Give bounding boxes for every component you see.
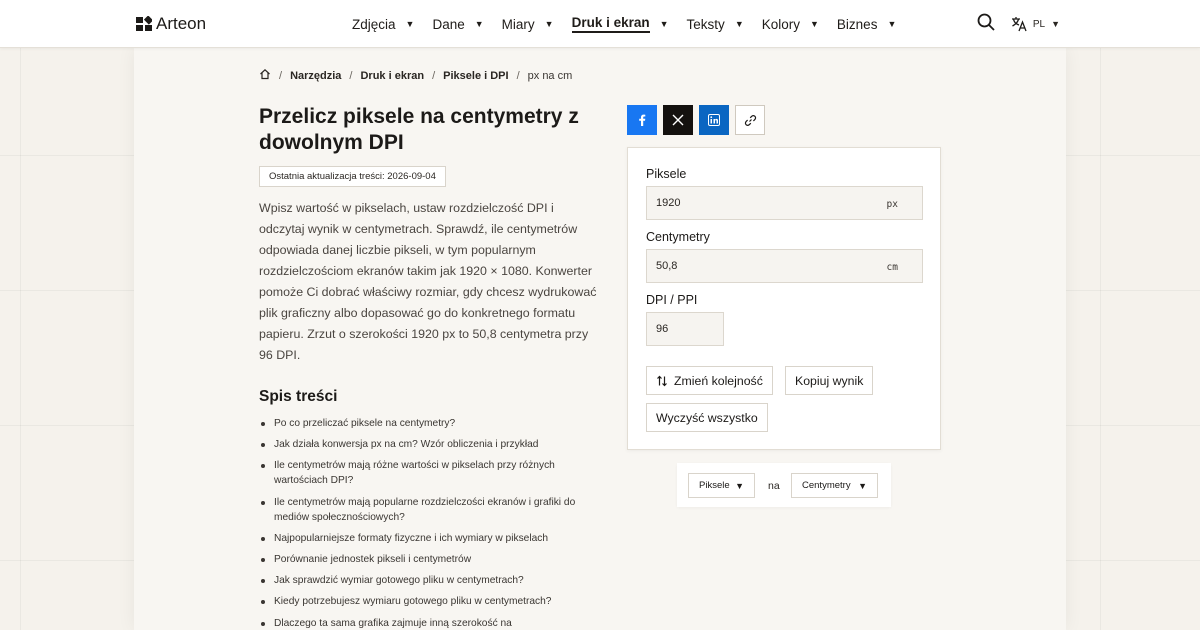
- from-unit-select[interactable]: Piksele ▼: [688, 473, 755, 498]
- toc-item[interactable]: Najpopularniejsze formaty fizyczne i ich…: [259, 531, 604, 546]
- dpi-field: [646, 312, 724, 346]
- caret-down-icon: ▼: [735, 480, 744, 491]
- pixels-unit: px: [886, 199, 898, 210]
- facebook-icon: [639, 114, 646, 126]
- share-facebook-button[interactable]: [627, 105, 657, 135]
- caret-down-icon: ▼: [858, 480, 867, 491]
- to-unit-value: Centymetry: [802, 480, 851, 491]
- caret-down-icon: ▼: [544, 19, 554, 29]
- swap-order-button[interactable]: Zmień kolejność: [646, 366, 773, 395]
- nav-item-teksty[interactable]: Teksty ▼: [687, 17, 744, 32]
- to-unit-select[interactable]: Centymetry ▼: [791, 473, 878, 498]
- copy-result-label: Kopiuj wynik: [795, 373, 864, 388]
- language-code: PL: [1032, 18, 1046, 30]
- last-updated-badge: Ostatnia aktualizacja treści: 2026-09-04: [259, 166, 446, 187]
- centimeters-unit: cm: [886, 262, 898, 273]
- caret-down-icon: ▼: [887, 19, 897, 29]
- copy-link-button[interactable]: [735, 105, 765, 135]
- main-content: / Narzędzia / Druk i ekran / Piksele i D…: [134, 48, 1066, 630]
- converter-panel: Piksele px Centymetry cm DPI / PPI Zmień…: [627, 147, 941, 450]
- nav-label: Biznes: [836, 16, 878, 32]
- pixels-field: px: [646, 186, 923, 220]
- clear-all-label: Wyczyść wszystko: [656, 410, 758, 425]
- nav-label: Zdjęcia: [352, 16, 396, 32]
- breadcrumb-separator: /: [516, 69, 520, 82]
- breadcrumb-item-druk-i-ekran[interactable]: Druk i ekran: [360, 70, 424, 82]
- site-header: Arteon Zdjęcia ▼ Dane ▼ Miary ▼ Druk i e…: [0, 0, 1200, 48]
- caret-down-icon: ▼: [734, 19, 744, 29]
- centimeters-field: cm: [646, 249, 923, 283]
- nav-item-miary[interactable]: Miary ▼: [502, 17, 554, 32]
- x-twitter-icon: [672, 114, 684, 126]
- nav-item-zdjecia[interactable]: Zdjęcia ▼: [352, 17, 414, 32]
- dpi-input[interactable]: [647, 313, 723, 345]
- nav-item-kolory[interactable]: Kolory ▼: [762, 17, 819, 32]
- toc-item[interactable]: Jak sprawdzić wymiar gotowego pliku w ce…: [259, 573, 604, 588]
- swap-vertical-icon: [657, 375, 667, 386]
- breadcrumb-item-narzedzia[interactable]: Narzędzia: [290, 70, 341, 82]
- link-icon: [744, 114, 756, 126]
- swap-order-label: Zmień kolejność: [674, 373, 763, 388]
- caret-down-icon: ▼: [1051, 19, 1060, 29]
- centimeters-input[interactable]: [647, 250, 922, 282]
- toc-item[interactable]: Dlaczego ta sama grafika zajmuje inną sz…: [259, 616, 604, 630]
- nav-label: Druk i ekran: [571, 15, 650, 33]
- toc-item[interactable]: Ile centymetrów mają popularne rozdzielc…: [259, 495, 604, 525]
- toc-item[interactable]: Po co przeliczać piksele na centymetry?: [259, 416, 604, 431]
- breadcrumb: / Narzędzia / Druk i ekran / Piksele i D…: [259, 68, 572, 83]
- pixels-input[interactable]: [647, 187, 922, 219]
- translate-icon: [1011, 17, 1027, 32]
- brand-name: Arteon: [156, 14, 207, 33]
- nav-item-druk-i-ekran[interactable]: Druk i ekran ▼: [571, 15, 669, 33]
- share-buttons: [627, 105, 765, 135]
- nav-label: Kolory: [761, 16, 800, 32]
- dpi-label: DPI / PPI: [646, 293, 698, 307]
- caret-down-icon: ▼: [659, 19, 669, 29]
- table-of-contents: Po co przeliczać piksele na centymetry? …: [259, 416, 604, 630]
- toc-item[interactable]: Kiedy potrzebujesz wymiaru gotowego plik…: [259, 594, 604, 609]
- nav-label: Dane: [432, 16, 465, 32]
- breadcrumb-current: px na cm: [527, 69, 573, 82]
- toc-item[interactable]: Porównanie jednostek pikseli i centymetr…: [259, 552, 604, 567]
- language-switcher[interactable]: PL ▼: [1011, 16, 1060, 32]
- toc-item[interactable]: Jak działa konwersja px na cm? Wzór obli…: [259, 437, 604, 452]
- centimeters-label: Centymetry: [646, 230, 710, 244]
- breadcrumb-separator: /: [279, 69, 283, 82]
- breadcrumb-item-piksele-i-dpi[interactable]: Piksele i DPI: [443, 70, 508, 82]
- intro-paragraph: Wpisz wartość w pikselach, ustaw rozdzie…: [259, 201, 597, 362]
- unit-connector: na: [768, 480, 780, 492]
- nav-label: Teksty: [686, 16, 725, 32]
- breadcrumb-separator: /: [349, 69, 353, 82]
- nav-label: Miary: [501, 16, 535, 32]
- caret-down-icon: ▼: [405, 19, 415, 29]
- page-title: Przelicz piksele na centymetry z dowolny…: [259, 105, 579, 154]
- main-nav: Zdjęcia ▼ Dane ▼ Miary ▼ Druk i ekran ▼ …: [352, 0, 914, 48]
- share-x-button[interactable]: [663, 105, 693, 135]
- unit-selector-bar: Piksele ▼ na Centymetry ▼: [677, 463, 891, 507]
- toc-item[interactable]: Ile centymetrów mają różne wartości w pi…: [259, 458, 604, 488]
- home-icon[interactable]: [259, 68, 271, 83]
- share-linkedin-button[interactable]: [699, 105, 729, 135]
- search-icon[interactable]: [977, 13, 995, 36]
- caret-down-icon: ▼: [474, 19, 484, 29]
- brand-logo[interactable]: Arteon: [136, 14, 206, 34]
- copy-result-button[interactable]: Kopiuj wynik: [785, 366, 874, 395]
- nav-item-biznes[interactable]: Biznes ▼: [837, 17, 896, 32]
- header-actions: PL ▼: [977, 0, 1060, 48]
- nav-item-dane[interactable]: Dane ▼: [432, 17, 483, 32]
- caret-down-icon: ▼: [810, 19, 819, 29]
- breadcrumb-separator: /: [432, 69, 436, 82]
- from-unit-value: Piksele: [699, 480, 730, 491]
- clear-all-button[interactable]: Wyczyść wszystko: [646, 403, 768, 432]
- linkedin-icon: [708, 114, 720, 126]
- arteon-logo-icon: [136, 16, 152, 31]
- pixels-label: Piksele: [646, 167, 687, 181]
- toc-title: Spis treści: [259, 388, 338, 405]
